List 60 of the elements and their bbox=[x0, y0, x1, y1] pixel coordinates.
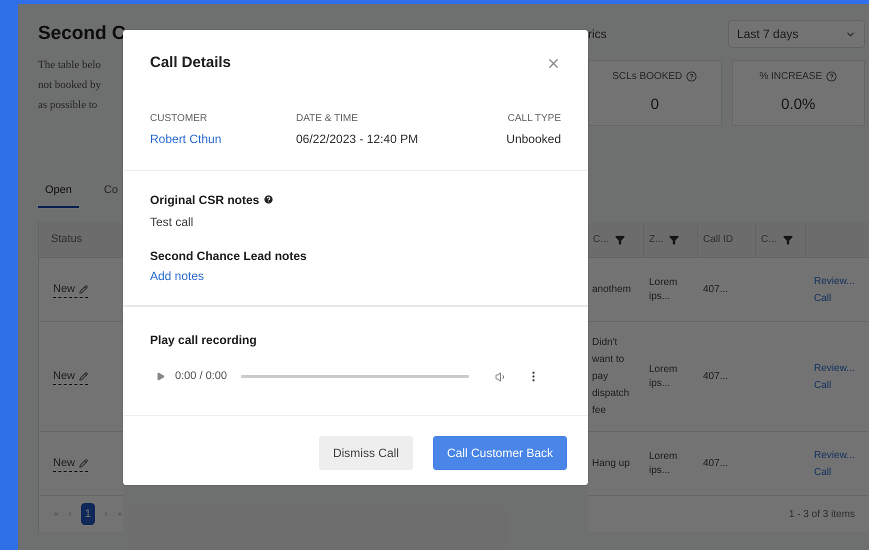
stat-label: SCLs BOOKED bbox=[612, 70, 682, 84]
column-header: C... bbox=[761, 233, 777, 247]
column-header: Z... bbox=[649, 233, 664, 247]
description-text: not booked by bbox=[38, 78, 102, 92]
filter-icon[interactable] bbox=[614, 234, 625, 244]
table-cell-text: Lorem ips... bbox=[649, 362, 678, 390]
tab[interactable]: Co bbox=[96, 182, 125, 208]
pencil-icon bbox=[79, 284, 88, 294]
description-text: The table belo bbox=[38, 58, 102, 72]
player-time: 0:00 / 0:00 bbox=[175, 369, 227, 384]
table-cell: 407... bbox=[703, 284, 728, 295]
call-back-button[interactable]: Call Customer Back bbox=[432, 436, 567, 470]
review-call-link[interactable]: Review... Call bbox=[814, 446, 861, 480]
field-label: DATE & TIME bbox=[296, 112, 359, 126]
page-number[interactable]: 1 bbox=[81, 503, 95, 525]
section-label: Second Chance Lead notes bbox=[150, 248, 308, 264]
field-value: 06/22/2023 - 12:40 PM bbox=[296, 130, 420, 148]
customer-link[interactable]: Robert Cthun bbox=[150, 130, 296, 148]
pagination-summary: 1 - 3 of 3 items bbox=[788, 508, 855, 522]
table-cell-text: Lorem ips... bbox=[649, 450, 678, 478]
column-header: Status bbox=[51, 232, 82, 248]
progress-track[interactable] bbox=[241, 375, 469, 378]
audio-player[interactable]: 0:00 / 0:00 bbox=[150, 366, 540, 386]
dismiss-button[interactable]: Dismiss Call bbox=[318, 436, 413, 470]
section-title: rics bbox=[588, 26, 607, 43]
stat-label: % INCREASE bbox=[759, 70, 822, 84]
tab[interactable]: Open bbox=[38, 182, 79, 208]
table-cell-text: Didn't want to pay dispatch fee bbox=[592, 336, 630, 418]
table-cell-text: Hang up bbox=[592, 457, 631, 471]
add-notes-link[interactable]: Add notes bbox=[150, 266, 561, 284]
volume-icon[interactable] bbox=[495, 370, 507, 382]
dialog-title: Call Details bbox=[150, 53, 231, 73]
column-header: C... bbox=[593, 233, 609, 247]
stat-value: 0.0% bbox=[781, 95, 816, 115]
table-cell-text: anothem bbox=[592, 283, 632, 297]
filter-icon[interactable] bbox=[782, 234, 793, 244]
field-label: CALL TYPE bbox=[508, 112, 561, 126]
status-editor[interactable]: New bbox=[53, 368, 88, 386]
section-label: Play call recording bbox=[150, 332, 258, 348]
pencil-icon bbox=[79, 372, 88, 380]
review-call-link[interactable]: Review... Call bbox=[814, 272, 861, 306]
section-label: Original CSR notes bbox=[150, 192, 260, 208]
field-label: CUSTOMER bbox=[150, 112, 208, 126]
next-page-icon[interactable] bbox=[102, 509, 109, 519]
table-cell: 407... bbox=[703, 371, 728, 382]
previous-page-icon[interactable] bbox=[67, 509, 74, 519]
status-editor[interactable]: New bbox=[53, 280, 88, 298]
play-icon[interactable] bbox=[156, 372, 165, 381]
column-header: Call ID bbox=[703, 233, 734, 247]
filter-icon[interactable] bbox=[669, 234, 680, 244]
csr-notes-text: Test call bbox=[150, 214, 194, 230]
table-cell-text: Lorem ips... bbox=[649, 276, 678, 304]
status-editor[interactable]: New bbox=[53, 454, 88, 472]
description-text: as possible to bbox=[38, 98, 98, 112]
field-value: Unbooked bbox=[506, 130, 561, 148]
pencil-icon bbox=[79, 458, 88, 468]
review-call-link[interactable]: Review... Call bbox=[814, 360, 861, 394]
stat-value: 0 bbox=[650, 95, 659, 115]
table-cell: 407... bbox=[703, 458, 728, 469]
date-range-dropdown[interactable]: Last 7 days bbox=[728, 20, 865, 48]
